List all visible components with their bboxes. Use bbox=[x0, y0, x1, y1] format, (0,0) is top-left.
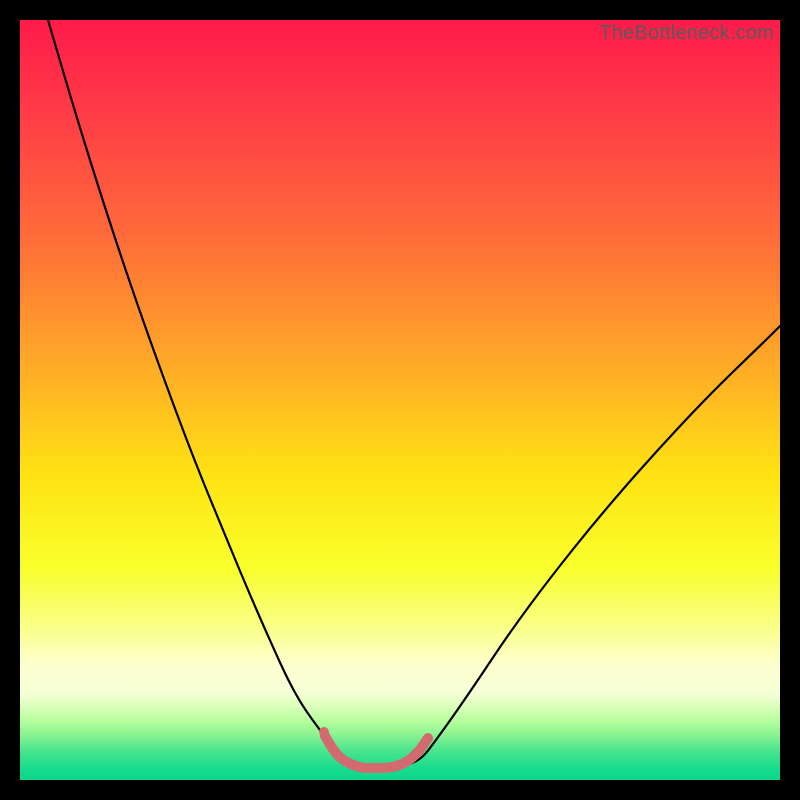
trough-dot bbox=[319, 727, 329, 737]
chart-canvas bbox=[20, 20, 780, 780]
chart-background bbox=[20, 20, 780, 780]
plot-frame: TheBottleneck.com bbox=[20, 20, 780, 780]
watermark-label: TheBottleneck.com bbox=[599, 22, 774, 45]
trough-dot bbox=[326, 741, 336, 751]
